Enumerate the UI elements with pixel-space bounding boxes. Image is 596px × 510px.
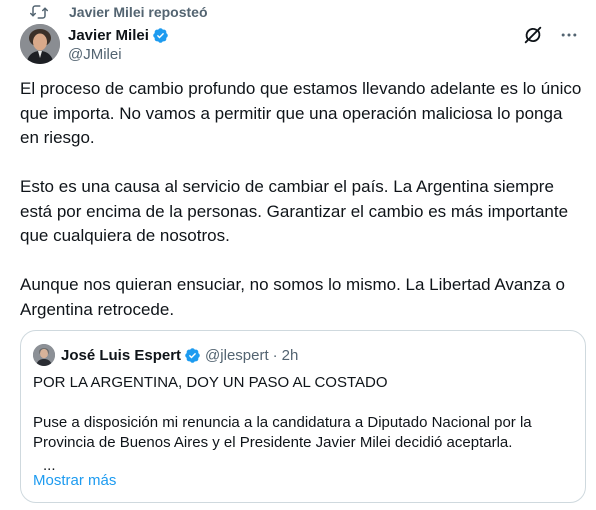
- repost-label: Javier Milei reposteó: [69, 4, 208, 20]
- show-more-link[interactable]: Mostrar más: [33, 472, 116, 489]
- repost-icon: [30, 3, 48, 21]
- quote-author-handle: @jlespert: [205, 346, 269, 364]
- quote-header: José Luis Espert @jlespert · 2h: [33, 344, 298, 366]
- tweet-paragraph: El proceso de cambio profundo que estamo…: [20, 79, 582, 147]
- quoted-tweet[interactable]: José Luis Espert @jlespert · 2h POR LA A…: [20, 330, 586, 503]
- tweet-text: El proceso de cambio profundo que estamo…: [20, 77, 584, 322]
- author-block: Javier Milei @JMilei: [68, 26, 169, 63]
- repost-indicator[interactable]: Javier Milei reposteó: [30, 1, 208, 23]
- more-dots-icon[interactable]: [558, 24, 580, 46]
- verified-badge-icon[interactable]: [152, 27, 169, 44]
- quote-line-2: Puse a disposición mi renuncia a la cand…: [33, 414, 532, 451]
- author-name[interactable]: Javier Milei: [68, 27, 149, 44]
- quote-line-1: POR LA ARGENTINA, DOY UN PASO AL COSTADO: [33, 374, 388, 391]
- tweet-paragraph: Esto es una causa al servicio de cambiar…: [20, 177, 569, 245]
- quote-author-name: José Luis Espert: [61, 346, 182, 364]
- grok-icon[interactable]: [522, 24, 544, 46]
- top-actions: [522, 24, 580, 46]
- quote-timestamp: 2h: [281, 346, 299, 364]
- verified-badge-icon: [184, 347, 201, 364]
- author-handle[interactable]: @JMilei: [68, 46, 169, 63]
- tweet-paragraph: Aunque nos quieran ensuciar, no somos lo…: [20, 275, 565, 319]
- quote-separator: ·: [272, 346, 278, 364]
- quote-body: POR LA ARGENTINA, DOY UN PASO AL COSTADO…: [33, 373, 573, 453]
- quote-avatar: [33, 344, 55, 366]
- author-avatar[interactable]: [20, 24, 60, 64]
